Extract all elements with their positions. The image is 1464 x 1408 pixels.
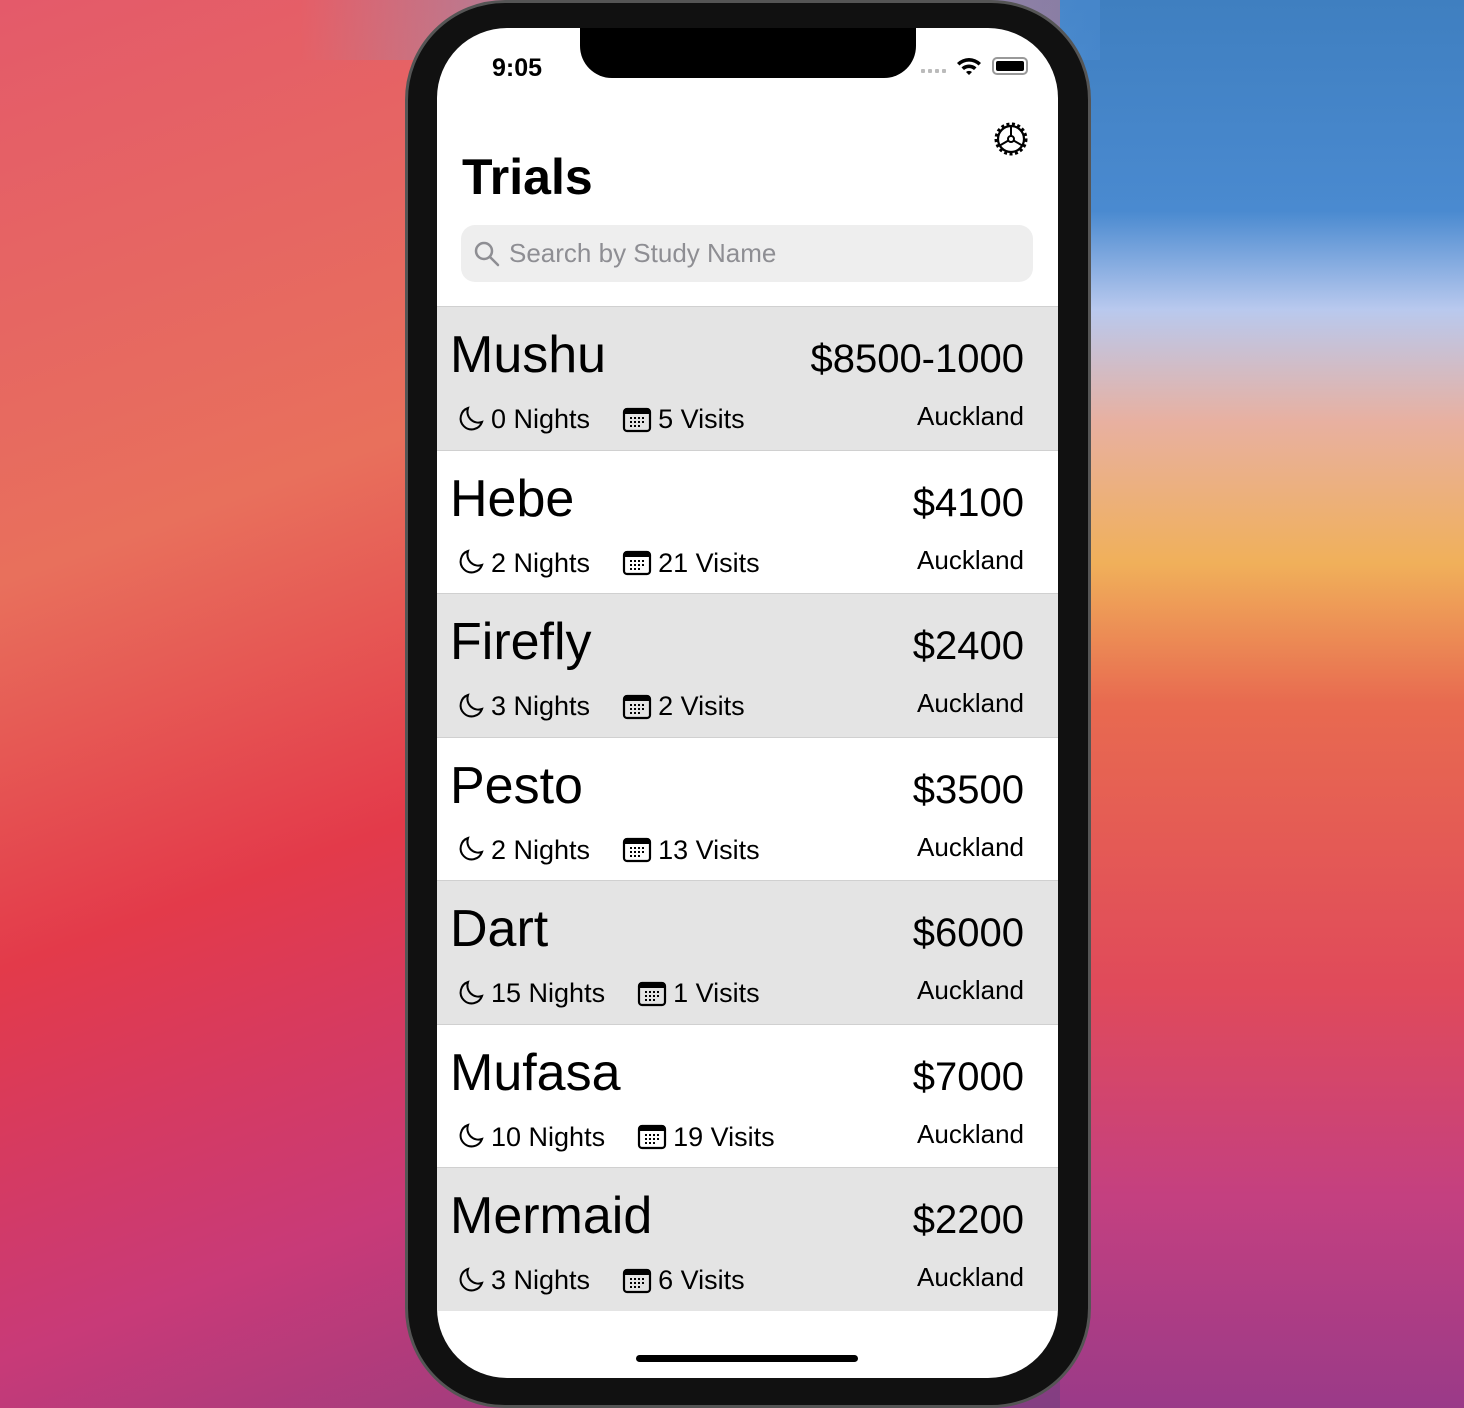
trial-meta: 2 Nights 21 Visits: [455, 548, 760, 579]
trial-location: Auckland: [917, 544, 1024, 575]
battery-icon: [992, 57, 1028, 75]
gear-icon[interactable]: [991, 119, 1031, 159]
cellular-icon: [921, 59, 946, 73]
trial-price: $8500-1000: [810, 337, 1024, 381]
trial-price: $3500: [912, 767, 1024, 812]
home-indicator[interactable]: [636, 1355, 858, 1362]
trial-name: Pesto: [450, 756, 583, 815]
status-time: 9:05: [492, 54, 543, 82]
moon-icon: [459, 1123, 484, 1148]
page-title: Trials: [462, 149, 593, 205]
calendar-icon: [622, 837, 652, 863]
trial-meta: 15 Nights 1 Visits: [455, 978, 760, 1009]
trial-location: Auckland: [917, 831, 1024, 862]
calendar-icon: [637, 1124, 667, 1150]
trial-nights: 2 Nights: [491, 547, 591, 578]
status-icons: [921, 56, 1028, 76]
trial-price: $2200: [912, 1198, 1024, 1242]
wallpaper: [1060, 0, 1464, 1408]
trial-visits: 1 Visits: [673, 978, 760, 1008]
trial-nights: 2 Nights: [491, 834, 591, 865]
trial-name: Dart: [450, 900, 549, 958]
trial-row[interactable]: Hebe $4100 2 Nights 21 Visits Auckland: [437, 449, 1058, 594]
moon-icon: [459, 1266, 484, 1291]
trial-nights: 3 Nights: [491, 691, 591, 721]
trial-row[interactable]: Mermaid $2200 3 Nights 6 Visits Auckland: [437, 1167, 1058, 1311]
trial-meta: 3 Nights 6 Visits: [455, 1265, 745, 1296]
trials-list: Mushu $8500-1000 0 Nights 5 Visits Auckl…: [437, 306, 1058, 1311]
notch: [580, 28, 916, 78]
trial-price: $7000: [912, 1054, 1024, 1099]
trial-row[interactable]: Firefly $2400 3 Nights 2 Visits Auckland: [437, 593, 1058, 737]
search-placeholder: Search by Study Name: [509, 238, 777, 268]
trial-name: Hebe: [450, 469, 575, 528]
trial-nights: 10 Nights: [491, 1121, 606, 1152]
trial-location: Auckland: [917, 1118, 1024, 1149]
trial-row[interactable]: Dart $6000 15 Nights 1 Visits Auckland: [437, 880, 1058, 1024]
trial-meta: 3 Nights 2 Visits: [455, 691, 745, 722]
calendar-icon: [622, 550, 652, 576]
calendar-icon: [622, 694, 652, 719]
moon-icon: [459, 405, 484, 430]
calendar-icon: [622, 407, 652, 432]
trial-price: $2400: [912, 624, 1024, 668]
trial-visits: 5 Visits: [658, 404, 745, 434]
trial-location: Auckland: [917, 401, 1024, 431]
trial-nights: 0 Nights: [491, 404, 591, 434]
trial-name: Firefly: [450, 613, 592, 671]
trial-meta: 2 Nights 13 Visits: [455, 835, 760, 866]
trial-location: Auckland: [917, 688, 1024, 718]
trial-visits: 19 Visits: [673, 1121, 775, 1152]
trial-meta: 10 Nights 19 Visits: [455, 1122, 775, 1153]
trial-visits: 13 Visits: [658, 834, 760, 865]
wifi-icon: [957, 58, 981, 75]
trial-visits: 6 Visits: [658, 1265, 745, 1295]
search-icon: [474, 241, 500, 266]
trial-visits: 2 Visits: [658, 691, 745, 721]
calendar-icon: [622, 1268, 652, 1293]
search-input[interactable]: Search by Study Name: [461, 225, 1033, 282]
trial-row[interactable]: Mufasa $7000 10 Nights 19 Visits Aucklan…: [437, 1023, 1058, 1168]
trial-name: Mushu: [450, 326, 607, 384]
trial-price: $6000: [912, 911, 1024, 955]
calendar-icon: [637, 981, 667, 1006]
trial-meta: 0 Nights 5 Visits: [455, 404, 745, 435]
trial-row[interactable]: Mushu $8500-1000 0 Nights 5 Visits Auckl…: [437, 306, 1058, 450]
trial-nights: 3 Nights: [491, 1265, 591, 1295]
app-screen: 9:05 Trials Search by Study Name Mushu $…: [437, 28, 1058, 1378]
trial-price: $4100: [912, 480, 1024, 525]
moon-icon: [459, 836, 484, 861]
trial-row[interactable]: Pesto $3500 2 Nights 13 Visits Auckland: [437, 736, 1058, 881]
moon-icon: [459, 979, 484, 1004]
trial-nights: 15 Nights: [491, 978, 606, 1008]
trial-location: Auckland: [917, 975, 1024, 1005]
trial-name: Mufasa: [450, 1043, 621, 1102]
moon-icon: [459, 692, 484, 717]
trial-visits: 21 Visits: [658, 547, 760, 578]
trial-location: Auckland: [917, 1262, 1024, 1292]
moon-icon: [459, 549, 484, 574]
trial-name: Mermaid: [450, 1187, 653, 1245]
